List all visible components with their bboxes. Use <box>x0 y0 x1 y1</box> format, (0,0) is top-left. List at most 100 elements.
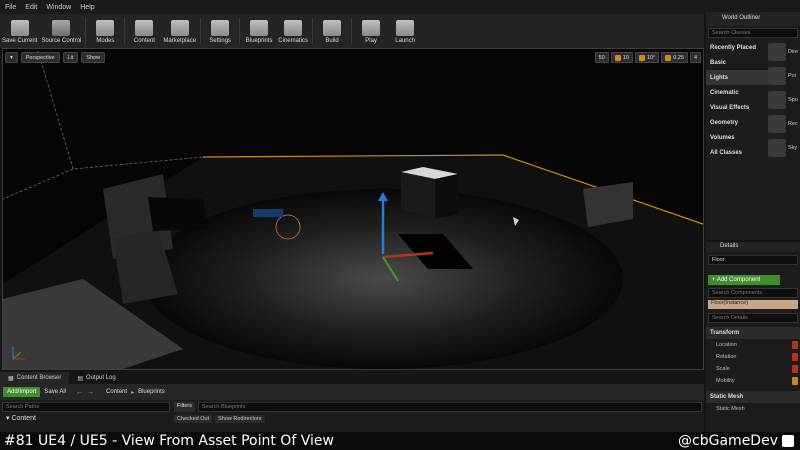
toolbar-divider <box>124 18 126 44</box>
category-visual-effects[interactable]: Visual Effects <box>706 100 768 115</box>
add-import-button[interactable]: Add/Import <box>3 387 41 397</box>
tab-details[interactable]: Details <box>706 242 800 252</box>
marketplace-icon <box>170 20 189 36</box>
mobility-row[interactable]: Mobility <box>706 375 800 387</box>
sky-light-icon <box>768 139 786 157</box>
category-recently-placed[interactable]: Recently Placed <box>706 40 768 55</box>
breadcrumb-content[interactable]: Content <box>106 389 127 395</box>
camera-count-button[interactable]: 4 <box>689 52 701 63</box>
cinematics-button[interactable]: Cinematics <box>278 20 308 44</box>
static-mesh-section-header[interactable]: Static Mesh <box>706 391 800 403</box>
mobility-toggle[interactable] <box>792 377 798 385</box>
level-viewport[interactable]: ▾ Perspective Lit Show 50 10 10° 0.25 4 <box>2 48 704 370</box>
rotation-snap-icon <box>638 54 645 61</box>
scale-row[interactable]: Scale <box>706 363 800 375</box>
directional-light-item[interactable]: Dire <box>768 40 800 64</box>
category-basic[interactable]: Basic <box>706 55 768 70</box>
output-log-icon: ▤ <box>77 375 84 382</box>
menu-window[interactable]: Window <box>46 4 71 11</box>
toolbar-divider <box>239 18 241 44</box>
show-button[interactable]: Show <box>81 52 106 63</box>
modes-button[interactable]: Modes <box>90 20 120 44</box>
location-row[interactable]: Location <box>706 339 800 351</box>
folder-icon: ▾ <box>6 415 10 422</box>
menu-bar: File Edit Window Help <box>0 0 800 14</box>
video-title: #81 UE4 / UE5 - View From Asset Point Of… <box>4 433 334 449</box>
search-details-input[interactable]: Search Details <box>708 313 798 323</box>
camera-speed-button[interactable]: 50 <box>594 52 609 63</box>
blueprints-button[interactable]: Blueprints <box>244 20 274 44</box>
search-paths-input[interactable]: Search Paths <box>2 402 170 412</box>
source-control-button[interactable]: Source Control <box>41 20 81 44</box>
category-volumes[interactable]: Volumes <box>706 130 768 145</box>
static-mesh-row[interactable]: Static Mesh <box>706 403 800 415</box>
spot-light-icon <box>768 91 786 109</box>
filters-button[interactable]: Filters <box>174 402 195 412</box>
menu-help[interactable]: Help <box>80 4 94 11</box>
rotation-snap-button[interactable]: 10° <box>634 52 660 63</box>
tab-world-outliner[interactable]: World Outliner <box>706 12 800 26</box>
search-blueprints-input[interactable]: Search Blueprints <box>197 402 702 412</box>
launch-button[interactable]: Launch <box>390 20 420 44</box>
save-icon <box>10 20 29 36</box>
checked-out-filter[interactable]: Checked Out <box>174 415 213 423</box>
settings-icon <box>211 20 230 36</box>
main-toolbar: Save Current Source Control Modes Conten… <box>0 14 704 48</box>
marketplace-button[interactable]: Marketplace <box>163 20 196 44</box>
launch-icon <box>396 20 415 36</box>
source-control-icon <box>52 20 71 36</box>
add-component-button[interactable]: + Add Component <box>708 275 780 285</box>
grid-snap-button[interactable]: 10 <box>610 52 633 63</box>
component-row[interactable]: Floor(Instance) <box>708 300 798 309</box>
toolbar-divider <box>200 18 202 44</box>
tab-content-browser[interactable]: ▦ Content Browser <box>0 372 70 384</box>
show-redirectors-filter[interactable]: Show Redirectors <box>215 415 265 423</box>
search-components-input[interactable]: Search Components <box>708 288 798 298</box>
scale-snap-button[interactable]: 0.25 <box>661 52 688 63</box>
cube-mesh <box>583 182 633 227</box>
viewport-options-button[interactable]: ▾ <box>5 52 18 63</box>
save-all-button[interactable]: Save All <box>44 389 66 395</box>
x-field[interactable] <box>792 353 798 361</box>
folder-tree-content[interactable]: ▾ Content <box>2 414 170 422</box>
settings-button[interactable]: Settings <box>205 20 235 44</box>
search-classes-input[interactable]: Search Classes <box>708 28 798 38</box>
details-panel: Details Floor + Add Component Search Com… <box>706 242 800 432</box>
save-current-button[interactable]: Save Current <box>2 20 37 44</box>
twitter-icon <box>782 435 794 447</box>
category-all-classes[interactable]: All Classes <box>706 145 768 160</box>
category-geometry[interactable]: Geometry <box>706 115 768 130</box>
play-icon <box>362 20 381 36</box>
modes-icon <box>96 20 115 36</box>
menu-edit[interactable]: Edit <box>25 4 37 11</box>
rect-light-item[interactable]: Rec <box>768 112 800 136</box>
content-browser-panel: ▦ Content Browser ▤ Output Log Add/Import … <box>0 372 704 432</box>
play-button[interactable]: Play <box>356 20 386 44</box>
content-browser-icon: ▦ <box>8 375 14 382</box>
forward-arrow-icon[interactable]: → <box>87 389 94 396</box>
menu-file[interactable]: File <box>5 4 16 11</box>
breadcrumb-blueprints[interactable]: Blueprints <box>138 389 165 395</box>
category-cinematic[interactable]: Cinematic <box>706 85 768 100</box>
build-button[interactable]: Build <box>317 20 347 44</box>
x-field[interactable] <box>792 341 798 349</box>
lit-button[interactable]: Lit <box>62 52 79 63</box>
breadcrumb-separator-icon: ▸ <box>131 389 135 396</box>
category-lights[interactable]: Lights <box>706 70 768 85</box>
author-handle: @cbGameDev <box>678 433 778 449</box>
build-icon <box>323 20 342 36</box>
x-field[interactable] <box>792 365 798 373</box>
tab-output-log[interactable]: ▤ Output Log <box>69 372 123 384</box>
perspective-button[interactable]: Perspective <box>20 52 60 63</box>
point-light-icon <box>768 67 786 85</box>
content-button[interactable]: Content <box>129 20 159 44</box>
spot-light-item[interactable]: Spo <box>768 88 800 112</box>
world-outliner-panel: World Outliner Search Classes Recently P… <box>706 12 800 240</box>
point-light-item[interactable]: Poi <box>768 64 800 88</box>
rotation-row[interactable]: Rotation <box>706 351 800 363</box>
back-arrow-icon[interactable]: ← <box>76 389 83 396</box>
sky-light-item[interactable]: Sky <box>768 136 800 160</box>
transform-section-header[interactable]: Transform <box>706 327 800 339</box>
actor-name-field[interactable]: Floor <box>708 255 798 265</box>
cinematics-icon <box>284 20 303 36</box>
